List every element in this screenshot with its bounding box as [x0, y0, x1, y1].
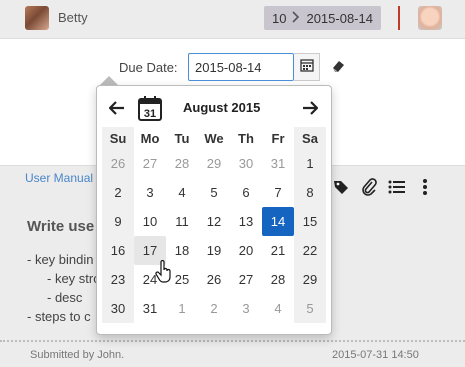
datepicker-header: 31 August 2015 — [97, 94, 333, 122]
calendar-day[interactable]: 30 — [230, 149, 262, 178]
calendar-day[interactable]: 1 — [166, 294, 198, 323]
divider — [0, 340, 465, 342]
month-label[interactable]: August 2015 — [183, 100, 260, 115]
calendar-day[interactable]: 31 — [134, 294, 166, 323]
calendar-day[interactable]: 26 — [198, 265, 230, 294]
calendar-day[interactable]: 5 — [294, 294, 326, 323]
calendar-button[interactable] — [294, 53, 320, 81]
user-name[interactable]: Betty — [58, 10, 88, 25]
calendar-day[interactable]: 27 — [230, 265, 262, 294]
calendar-day[interactable]: 30 — [102, 294, 134, 323]
breadcrumb-date: 2015-08-14 — [306, 10, 373, 26]
calendar-day[interactable]: 9 — [102, 207, 134, 236]
calendar-day[interactable]: 11 — [166, 207, 198, 236]
calendar-day[interactable]: 19 — [198, 236, 230, 265]
calendar-day[interactable]: 4 — [166, 178, 198, 207]
calendar-day[interactable]: 3 — [230, 294, 262, 323]
list-item: - desc — [47, 290, 83, 305]
calendar-day[interactable]: 14 — [262, 207, 294, 236]
list-item: - key bindin — [27, 252, 94, 267]
calendar-week-row: 16 17 18 19 20 21 22 — [102, 236, 326, 265]
status-marker — [398, 6, 400, 30]
hand-cursor-icon — [155, 259, 173, 284]
calendar-day[interactable]: 7 — [262, 178, 294, 207]
calendar-day[interactable]: 5 — [198, 178, 230, 207]
calendar-week-row: 26 27 28 29 30 31 1 — [102, 149, 326, 178]
calendar-day[interactable]: 28 — [262, 265, 294, 294]
datepicker-popup: 31 August 2015 Su Mo Tu We Th Fr Sa 26 27… — [96, 85, 332, 335]
calendar-day[interactable]: 20 — [230, 236, 262, 265]
submitted-by: Submitted by John. — [30, 349, 125, 361]
calendar-week-row: 9 10 11 12 13 14 15 — [102, 207, 326, 236]
calendar-icon — [299, 58, 314, 77]
calendar-grid: Su Mo Tu We Th Fr Sa 26 27 28 29 30 31 1 2 3 4 5 6 7… — [102, 127, 326, 323]
calendar-day[interactable]: 27 — [134, 149, 166, 178]
due-date-label: Due Date: — [119, 60, 178, 75]
calendar-day[interactable]: 3 — [134, 178, 166, 207]
weekday-label: Mo — [140, 130, 160, 146]
calendar-today-number: 31 — [144, 108, 156, 120]
calendar-day[interactable]: 4 — [262, 294, 294, 323]
weekday-label: We — [204, 130, 224, 146]
user-manual-link[interactable]: User Manual — [25, 171, 93, 185]
timestamp: 2015-07-31 14:50 — [332, 349, 419, 361]
content-list: - key bindin - key stro - desc - steps t… — [27, 252, 100, 328]
weekday-label: Sa — [294, 127, 326, 149]
calendar-day[interactable]: 31 — [262, 149, 294, 178]
calendar-day[interactable]: 16 — [102, 236, 134, 265]
user-avatar[interactable] — [25, 6, 49, 30]
eraser-icon[interactable] — [330, 58, 346, 74]
weekday-label: Su — [102, 127, 134, 149]
list-item: - steps to c — [27, 309, 91, 324]
calendar-day[interactable]: 21 — [262, 236, 294, 265]
calendar-weeks: 26 27 28 29 30 31 1 2 3 4 5 6 7 8 9 10 11 12 13 14 15 16 17 18 1… — [102, 149, 326, 323]
calendar-day[interactable]: 26 — [102, 149, 134, 178]
popup-arrow — [100, 76, 118, 85]
arrow-right-icon[interactable] — [300, 98, 320, 118]
calendar-week-row: 2345678 — [102, 178, 326, 207]
calendar-day[interactable]: 2 — [198, 294, 230, 323]
calendar-day[interactable]: 22 — [294, 236, 326, 265]
calendar-day[interactable]: 29 — [294, 265, 326, 294]
list-icon[interactable] — [386, 176, 408, 198]
content-title: Write use — [27, 218, 95, 235]
calendar-day[interactable]: 6 — [230, 178, 262, 207]
calendar-day[interactable]: 15 — [294, 207, 326, 236]
calendar-day[interactable]: 8 — [294, 178, 326, 207]
weekday-header-row: Su Mo Tu We Th Fr Sa — [102, 127, 326, 149]
tag-icon[interactable] — [330, 176, 352, 198]
list-item: - key stro — [47, 271, 101, 286]
calendar-day[interactable]: 1 — [294, 149, 326, 178]
calendar-day[interactable]: 10 — [134, 207, 166, 236]
arrow-left-icon[interactable] — [107, 98, 127, 118]
top-bar: Betty 10 2015-08-14 — [0, 0, 465, 38]
due-date-input[interactable] — [188, 53, 294, 81]
calendar-day[interactable]: 2 — [102, 178, 134, 207]
weekday-label: Fr — [271, 130, 285, 146]
more-vertical-icon[interactable] — [414, 176, 436, 198]
calendar-day[interactable]: 12 — [198, 207, 230, 236]
breadcrumb-number: 10 — [272, 10, 287, 26]
calendar-day[interactable]: 29 — [198, 149, 230, 178]
calendar-week-row: 30 31 1 2 3 4 5 — [102, 294, 326, 323]
breadcrumb[interactable]: 10 2015-08-14 — [264, 6, 381, 30]
toolbar — [330, 175, 436, 199]
weekday-label: Tu — [174, 130, 190, 146]
calendar-week-row: 23 24 25 26 27 28 29 — [102, 265, 326, 294]
chevron-right-icon — [292, 10, 300, 26]
calendar-day[interactable]: 23 — [102, 265, 134, 294]
calendar-today-icon[interactable]: 31 — [137, 95, 163, 122]
calendar-day[interactable]: 13 — [230, 207, 262, 236]
weekday-label: Th — [238, 130, 254, 146]
paperclip-icon[interactable] — [358, 176, 380, 198]
assignee-avatar[interactable] — [418, 6, 442, 30]
calendar-day[interactable]: 28 — [166, 149, 198, 178]
